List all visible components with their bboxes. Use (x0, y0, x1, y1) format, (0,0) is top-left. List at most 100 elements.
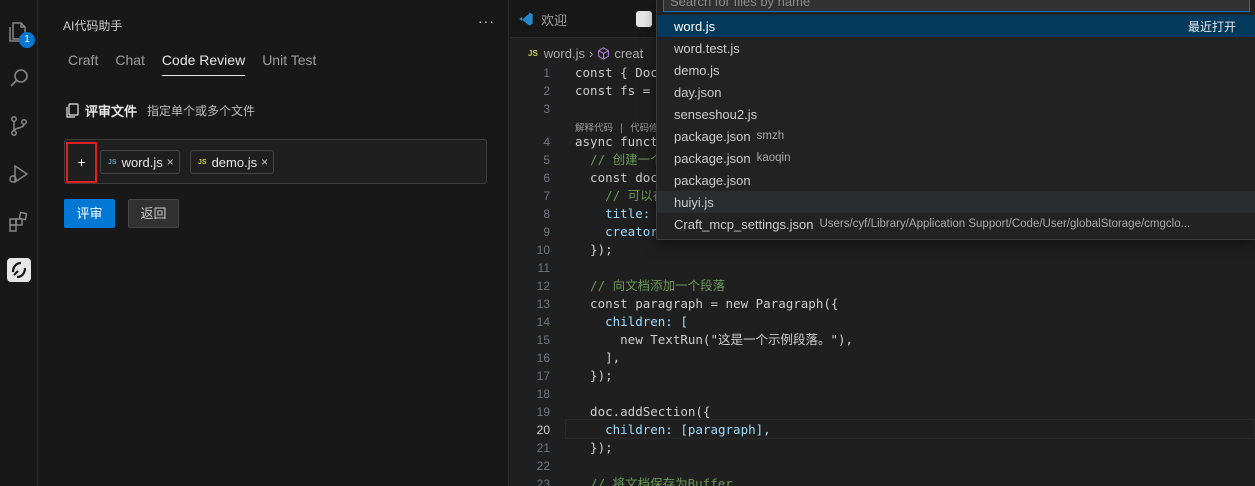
item-name: day.json (674, 84, 722, 100)
line-number: 19 (536, 405, 550, 419)
line-number: 16 (536, 351, 550, 365)
code-line: creator (575, 224, 658, 239)
search-icon[interactable] (7, 66, 31, 90)
code-line: const { Doc (575, 65, 658, 80)
code-line: async funct (575, 134, 658, 149)
panel-tabs: Craft Chat Code Review Unit Test (68, 52, 333, 76)
review-button[interactable]: 评审 (64, 199, 115, 228)
file-chip-label: demo.js (211, 154, 258, 170)
code-line: // 创建一个 (575, 152, 663, 167)
code-line: // 向文档添加一个段落 (575, 278, 726, 293)
line-number: 8 (543, 207, 550, 221)
file-search-input[interactable]: Search for files by name (663, 0, 1250, 12)
code-line: const fs = (575, 83, 651, 98)
tab-ai-assistant[interactable] (636, 0, 652, 38)
remove-file-icon[interactable]: × (167, 155, 174, 169)
code-line: const paragraph = new Paragraph({ (575, 296, 839, 311)
line-number: 9 (543, 225, 550, 239)
code-line: doc.addSection({ (575, 404, 711, 419)
line-number: 12 (536, 279, 550, 293)
method-icon (598, 46, 610, 60)
tab-label: 欢迎 (541, 12, 568, 28)
more-actions-icon[interactable]: ··· (478, 13, 495, 29)
extensions-icon[interactable] (7, 210, 31, 234)
code-line: const doc (575, 170, 658, 185)
remove-file-icon[interactable]: × (261, 155, 268, 169)
quick-pick-item[interactable]: package.json (657, 169, 1255, 191)
breadcrumb-file[interactable]: word.js (544, 46, 585, 61)
file-chip: JS demo.js × (190, 150, 275, 174)
item-name: Craft_mcp_settings.json (674, 216, 814, 232)
code-line: new TextRun("这是一个示例段落。"), (575, 332, 854, 347)
line-number: 6 (543, 171, 550, 185)
section-description: 指定单个或多个文件 (147, 104, 256, 118)
quick-pick-item[interactable]: package.json kaoqin (657, 147, 1255, 169)
breadcrumb: JS word.js › creat (528, 44, 643, 62)
source-control-icon[interactable] (7, 114, 31, 138)
section-title: 评审文件 (85, 104, 138, 119)
file-chip-label: word.js (121, 154, 163, 170)
line-number: 21 (536, 441, 550, 455)
ai-assistant-panel: AI代码助手 ··· Craft Chat Code Review Unit T… (38, 0, 509, 486)
line-number: 15 (536, 333, 550, 347)
review-files-header: 评审文件 指定单个或多个文件 (65, 101, 255, 120)
quick-pick-item[interactable]: huiyi.js (657, 191, 1255, 213)
quick-pick-item[interactable]: Craft_mcp_settings.json Users/cyf/Librar… (657, 213, 1255, 235)
add-file-button[interactable]: + (66, 142, 97, 183)
item-description: kaoqin (756, 152, 791, 164)
line-number: 22 (536, 459, 550, 473)
line-number: 3 (543, 102, 550, 116)
item-name: senseshou2.js (674, 106, 758, 122)
run-debug-icon[interactable] (7, 162, 31, 186)
line-number: 17 (536, 369, 550, 383)
code-line: }); (575, 368, 613, 383)
quick-pick-item[interactable]: day.json (657, 81, 1255, 103)
file-selector: + JS word.js × JS demo.js × (64, 139, 487, 184)
item-description: smzh (756, 130, 785, 142)
quick-pick-item[interactable]: demo.js (657, 59, 1255, 81)
line-number: 11 (537, 261, 550, 275)
line-number: 18 (536, 387, 550, 401)
breadcrumb-symbol[interactable]: creat (614, 46, 643, 61)
ai-assistant-icon[interactable] (7, 258, 31, 282)
line-number: 7 (543, 189, 550, 203)
panel-title: AI代码助手 (63, 19, 123, 33)
line-number: 20 (536, 423, 550, 437)
item-name: word.test.js (674, 40, 740, 56)
line-number: 4 (543, 135, 550, 149)
quick-pick-item[interactable]: package.json smzh (657, 125, 1255, 147)
activity-bar: 1 (0, 0, 38, 486)
files-icon (66, 103, 79, 118)
codelens[interactable]: 解释代码 | 代码修 (575, 120, 659, 134)
line-number: 23 (536, 477, 550, 486)
code-line: // 可以在 (575, 188, 666, 203)
code-line: children: [ (575, 314, 688, 329)
line-number: 1 (543, 66, 550, 80)
quick-pick-item[interactable]: word.test.js (657, 37, 1255, 59)
back-button[interactable]: 返回 (128, 199, 179, 228)
code-line: title: (575, 206, 651, 221)
line-number: 10 (536, 243, 550, 257)
quick-pick-item[interactable]: word.js 最近打开 (657, 15, 1255, 37)
js-file-icon: JS (108, 158, 117, 166)
vscode-icon (519, 12, 533, 26)
tab-craft[interactable]: Craft (68, 52, 98, 76)
code-line: }); (575, 242, 613, 257)
tab-chat[interactable]: Chat (115, 52, 145, 76)
js-file-icon: JS (198, 158, 207, 166)
quick-pick-item[interactable]: senseshou2.js (657, 103, 1255, 125)
line-number: 2 (543, 84, 550, 98)
recently-opened-label: 最近打开 (1187, 19, 1236, 34)
js-file-icon: JS (528, 48, 538, 58)
line-number: 13 (536, 297, 550, 311)
tab-welcome[interactable]: 欢迎 (518, 0, 567, 38)
code-line: }); (575, 440, 613, 455)
item-name: huiyi.js (674, 194, 714, 210)
tab-code-review[interactable]: Code Review (161, 52, 246, 76)
item-name: package.json (674, 150, 751, 166)
code-line: ], (575, 350, 621, 365)
code-line: // 将文档保存为Buffer (575, 476, 733, 486)
item-name: package.json (674, 128, 751, 144)
explorer-badge: 1 (19, 32, 35, 48)
tab-unit-test[interactable]: Unit Test (262, 52, 316, 76)
